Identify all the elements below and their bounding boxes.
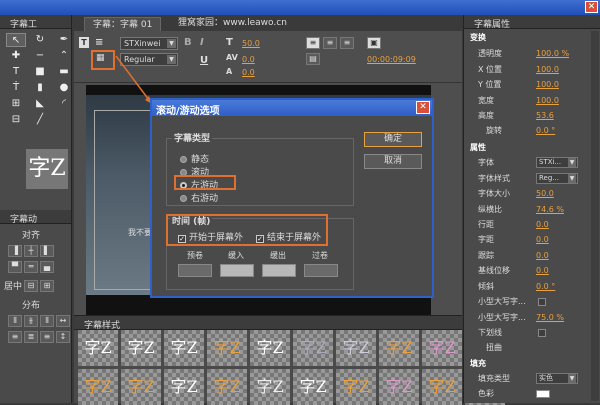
- style-swatch[interactable]: 字Z: [207, 330, 247, 366]
- kerning-prop-value[interactable]: 0.0: [536, 233, 549, 247]
- preroll-label: 预卷: [187, 251, 203, 260]
- font-style-prop-value: Reg...: [539, 174, 559, 182]
- small-caps-size-value[interactable]: 75.0 %: [536, 311, 564, 325]
- y-position-value[interactable]: 100.0: [536, 78, 559, 92]
- ease-in-label: 缓入: [228, 251, 244, 260]
- y-position-label: Y 位置: [478, 80, 502, 89]
- style-swatch[interactable]: 字Z: [293, 369, 333, 405]
- fill-header[interactable]: 填充: [470, 357, 486, 371]
- postroll-input[interactable]: [304, 264, 338, 277]
- small-caps-checkbox[interactable]: [538, 298, 546, 306]
- radio-dot-icon: [180, 156, 187, 163]
- style-swatch[interactable]: 字Z: [422, 369, 462, 405]
- style-swatch[interactable]: 字Z: [121, 369, 161, 405]
- postroll-label: 过卷: [312, 251, 328, 260]
- opacity-label: 透明度: [478, 49, 502, 58]
- distort-label[interactable]: 扭曲: [486, 341, 502, 355]
- style-swatch[interactable]: 字Z: [250, 330, 290, 366]
- style-swatch[interactable]: 字Z: [422, 330, 462, 366]
- baseline-value[interactable]: 0.0: [536, 264, 549, 278]
- style-swatch[interactable]: 字Z: [78, 330, 118, 366]
- rotation-value[interactable]: 0.0 °: [536, 124, 555, 138]
- chevron-down-icon: ▼: [568, 374, 576, 383]
- fill-type-value: 实色: [539, 374, 553, 382]
- font-size-label: 字体大小: [478, 189, 510, 198]
- highlight-offscreen-options: [166, 214, 328, 246]
- style-swatch[interactable]: 字Z: [207, 369, 247, 405]
- cancel-button[interactable]: 取消: [364, 154, 422, 169]
- small-caps-label: 小型大写字...: [478, 297, 526, 306]
- radio-still-label: 静态: [191, 155, 210, 165]
- tracking-value[interactable]: 0.0: [536, 249, 549, 263]
- style-swatch[interactable]: 字Z: [121, 330, 161, 366]
- styles-panel-title: 字幕样式: [74, 316, 462, 331]
- radio-crawl-right-label: 右游动: [191, 194, 219, 204]
- chevron-down-icon: ▼: [568, 158, 576, 167]
- style-swatch[interactable]: 字Z: [336, 330, 376, 366]
- ease-out-label: 缓出: [270, 251, 286, 260]
- width-label: 宽度: [478, 96, 494, 105]
- style-swatch[interactable]: 字Z: [164, 369, 204, 405]
- underline-label: 下划线: [478, 328, 502, 337]
- font-style-label: 字体样式: [478, 174, 510, 183]
- style-swatch[interactable]: 字Z: [78, 369, 118, 405]
- height-value[interactable]: 53.6: [536, 109, 554, 123]
- style-swatch[interactable]: 字Z: [336, 369, 376, 405]
- opacity-value[interactable]: 100.0 %: [536, 47, 569, 61]
- leading-prop-value[interactable]: 0.0: [536, 218, 549, 232]
- ease-in-input[interactable]: [220, 264, 254, 277]
- style-swatch[interactable]: 字Z: [379, 369, 419, 405]
- roll-crawl-options-dialog: 滚动/游动选项 ✕ 字幕类型 静态 滚动 左游动 右游动 确定 取消 时间 (帧…: [150, 98, 434, 298]
- ease-out-input[interactable]: [262, 264, 296, 277]
- small-caps-size-label: 小型大写字...: [478, 313, 526, 322]
- title-styles-panel: 字幕样式 字Z 字Z 字Z 字Z 字Z 字Z 字Z 字Z 字Z 字Z 字Z 字Z…: [74, 315, 505, 405]
- preroll-input[interactable]: [178, 264, 212, 277]
- x-position-value[interactable]: 100.0: [536, 63, 559, 77]
- color-label: 色彩: [478, 389, 494, 398]
- fill-type-label: 填充类型: [478, 374, 510, 383]
- rotation-label: 旋转: [486, 126, 502, 135]
- transform-header[interactable]: 变换: [470, 31, 486, 45]
- font-style-prop-dropdown[interactable]: Reg... ▼: [536, 173, 578, 184]
- aspect-value[interactable]: 74.6 %: [536, 203, 564, 217]
- kerning-label: 字距: [478, 235, 494, 244]
- radio-dot-icon: [180, 195, 187, 202]
- font-dropdown[interactable]: STXi... ▼: [536, 157, 578, 168]
- dialog-title: 滚动/游动选项: [152, 100, 432, 117]
- ok-button[interactable]: 确定: [364, 132, 422, 147]
- height-label: 高度: [478, 111, 494, 120]
- radio-crawl-right[interactable]: 右游动: [180, 191, 218, 204]
- highlight-crawl-left: [174, 175, 236, 190]
- x-position-label: X 位置: [478, 65, 503, 74]
- style-swatch[interactable]: 字Z: [164, 330, 204, 366]
- dialog-close-icon[interactable]: ✕: [416, 101, 430, 114]
- fill-type-dropdown[interactable]: 实色 ▼: [536, 373, 578, 384]
- color-swatch[interactable]: [536, 390, 550, 398]
- style-swatch[interactable]: 字Z: [379, 330, 419, 366]
- font-size-prop-value[interactable]: 50.0: [536, 187, 554, 201]
- chevron-down-icon: ▼: [568, 174, 576, 183]
- slant-label: 倾斜: [478, 282, 494, 291]
- style-swatch[interactable]: 字Z: [293, 330, 333, 366]
- font-value: STXi...: [539, 158, 562, 166]
- font-label: 字体: [478, 158, 494, 167]
- baseline-label: 基线位移: [478, 266, 510, 275]
- style-swatch[interactable]: 字Z: [250, 369, 290, 405]
- underline-checkbox[interactable]: [538, 329, 546, 337]
- title-properties-panel: 字幕属性 变换 透明度 100.0 % X 位置 100.0 Y 位置 100.0 宽…: [463, 15, 600, 403]
- aspect-label: 纵横比: [478, 205, 502, 214]
- title-type-group-title: 字幕类型: [172, 131, 213, 144]
- radio-still[interactable]: 静态: [180, 152, 209, 165]
- attributes-header[interactable]: 属性: [470, 141, 486, 155]
- slant-value[interactable]: 0.0 °: [536, 280, 555, 294]
- width-value[interactable]: 100.0: [536, 94, 559, 108]
- properties-panel-title: 字幕属性: [464, 15, 600, 30]
- tracking-label: 跟踪: [478, 251, 494, 260]
- leading-label: 行距: [478, 220, 494, 229]
